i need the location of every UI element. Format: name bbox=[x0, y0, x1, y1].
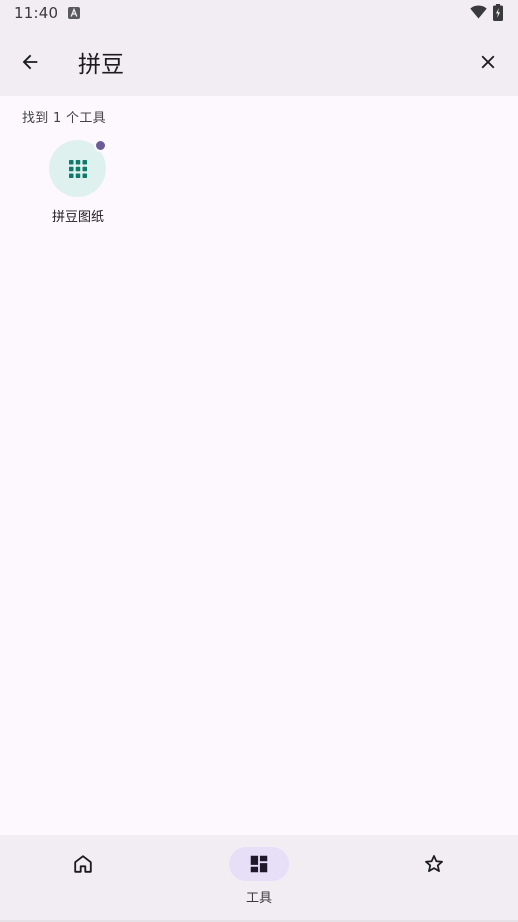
nav-pill-tools bbox=[229, 847, 289, 881]
new-badge-dot bbox=[94, 139, 107, 152]
star-icon bbox=[425, 855, 443, 873]
nav-label-tools: 工具 bbox=[245, 891, 272, 906]
nav-pill-home bbox=[53, 847, 113, 881]
tool-item-pindou-pattern[interactable]: 拼豆图纸 bbox=[38, 136, 118, 228]
app-bar: 拼豆 bbox=[0, 28, 518, 96]
home-icon bbox=[74, 855, 92, 873]
status-time: 11:40 bbox=[14, 4, 59, 22]
grid-dots-icon bbox=[68, 159, 87, 178]
nav-item-tools[interactable]: 工具 bbox=[219, 835, 299, 922]
nav-item-favorites[interactable] bbox=[394, 835, 474, 922]
search-query-text[interactable]: 拼豆 bbox=[78, 45, 124, 79]
font-notification-icon bbox=[68, 7, 80, 19]
arrow-back-icon bbox=[22, 54, 38, 70]
battery-charging-icon bbox=[493, 4, 503, 21]
tool-label: 拼豆图纸 bbox=[51, 210, 104, 225]
bottom-navigation: 工具 bbox=[0, 835, 518, 922]
back-button[interactable] bbox=[14, 46, 46, 78]
nav-item-home[interactable] bbox=[43, 835, 123, 922]
close-icon bbox=[481, 55, 495, 69]
clear-search-button[interactable] bbox=[472, 46, 504, 78]
status-bar: 11:40 bbox=[0, 0, 518, 28]
result-count-text: 找到 1 个工具 bbox=[22, 111, 106, 126]
wifi-icon bbox=[470, 5, 487, 19]
nav-pill-favorites bbox=[404, 847, 464, 881]
dashboard-icon bbox=[250, 855, 268, 873]
